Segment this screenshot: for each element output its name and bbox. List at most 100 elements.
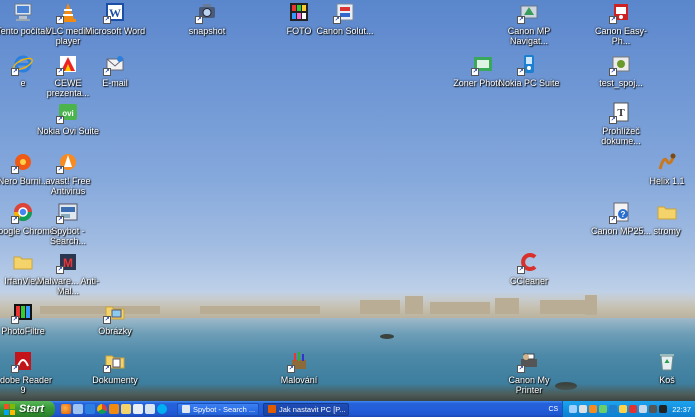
shield-icon[interactable]	[629, 405, 638, 413]
safely-remove-icon[interactable]	[599, 405, 608, 413]
desktop-icon-kos[interactable]: Koš	[635, 350, 695, 385]
shortcut-arrow-icon: ↗	[11, 166, 19, 174]
nokia-ovi-icon: ovi ↗	[56, 101, 79, 124]
nokia-icon[interactable]	[609, 405, 618, 413]
desktop-icon-label: Canon MP Navigat...	[507, 26, 551, 46]
shortcut-arrow-icon: ↗	[103, 68, 111, 76]
desktop-icon-adobe-reader[interactable]: ↗ Adobe Reader 9	[0, 350, 55, 395]
volume-icon[interactable]	[579, 405, 588, 413]
desktop-icon-label: test_spoj...	[599, 78, 643, 88]
taskbar-button-firefox[interactable]: Jak nastavit PC [P...	[263, 402, 349, 416]
winamp-icon[interactable]	[145, 404, 155, 414]
taskbar: Start Spybot - Search ... Jak nastavit P…	[0, 401, 695, 417]
svg-text:?: ?	[621, 210, 626, 219]
vlc-cone-icon: ↗	[56, 1, 79, 24]
taskbar-button-spybot[interactable]: Spybot - Search ...	[177, 402, 259, 416]
shortcut-arrow-icon: ↗	[287, 365, 295, 373]
photofiltre-icon: ↗	[11, 301, 34, 324]
shortcut-arrow-icon: ↗	[11, 316, 19, 324]
printer-icon[interactable]	[649, 405, 658, 413]
wallpaper-building	[540, 300, 590, 314]
helix-icon	[656, 151, 678, 173]
canon-help-icon: ? ↗	[609, 201, 632, 224]
canon-solution-icon: ↗	[333, 1, 356, 24]
shortcut-arrow-icon: ↗	[56, 16, 64, 24]
test-connection-icon: ↗	[609, 53, 632, 76]
wallpaper-building	[430, 302, 490, 314]
desktop-icon-photofiltre[interactable]: ↗ PhotoFiltre	[0, 301, 55, 336]
media-icon[interactable]	[109, 404, 119, 414]
antivirus-icon[interactable]	[589, 405, 598, 413]
shortcut-arrow-icon: ↗	[517, 16, 525, 24]
desktop-icon-malware[interactable]: M ↗ Malware... Anti-Mal...	[36, 251, 100, 296]
desktop-icon-label: E-mail	[102, 78, 128, 88]
desktop-icon-label: Dokumenty	[92, 375, 138, 385]
desktop-icon-label: Nokia Ovi Suite	[36, 126, 100, 136]
desktop-icon-obrazky[interactable]: ↗ Obrázky	[83, 301, 147, 336]
language-indicator[interactable]: CS	[544, 406, 562, 413]
shortcut-arrow-icon: ↗	[517, 68, 525, 76]
desktop-icon-email[interactable]: ↗ E-mail	[83, 53, 147, 88]
shortcut-arrow-icon: ↗	[103, 365, 111, 373]
desktop-icon-malovani[interactable]: ↗ Malování	[267, 350, 331, 385]
clock[interactable]: 22:37	[672, 405, 691, 414]
desktop-icon-label: Helix 1.1	[649, 176, 685, 186]
svg-text:T: T	[617, 107, 625, 119]
system-tray: 22:37	[562, 401, 695, 417]
desktop-icon-dokumenty[interactable]: ↗ Dokumenty	[83, 350, 147, 385]
camera-icon: ↗	[195, 1, 218, 24]
start-button[interactable]: Start	[0, 401, 55, 417]
desktop-icon-label: Canon My Printer	[508, 375, 550, 395]
shortcut-arrow-icon: ↗	[56, 216, 64, 224]
malwarebytes-icon: M ↗	[56, 251, 79, 274]
desktop-icon-test-spoj[interactable]: ↗ test_spoj...	[589, 53, 653, 88]
shortcut-arrow-icon: ↗	[11, 365, 19, 373]
shortcut-arrow-icon: ↗	[609, 16, 617, 24]
desktop-icon-avast[interactable]: ↗ avast! Free Antivirus	[36, 151, 100, 196]
desktop-icon-spybot[interactable]: ↗ Spybot - Search...	[36, 201, 100, 246]
desktop-icon-canon-solut[interactable]: ↗ Canon Solut...	[313, 1, 377, 36]
chrome-icon: ↗	[11, 201, 34, 224]
zoner-icon: ↗	[471, 53, 494, 76]
documents-folder-icon: ↗	[103, 350, 126, 373]
network-icon[interactable]	[569, 405, 578, 413]
skype-icon[interactable]	[157, 404, 167, 414]
desktop-icon-canon-mp-navigat[interactable]: ↗ Canon MP Navigat...	[497, 1, 561, 46]
paint-icon: ↗	[287, 350, 310, 373]
svg-text:M: M	[63, 256, 73, 270]
shortcut-arrow-icon: ↗	[517, 365, 525, 373]
desktop-icon-canon-my-printer[interactable]: ↗ Canon My Printer	[497, 350, 561, 395]
shortcut-arrow-icon: ↗	[609, 116, 617, 124]
shortcut-arrow-icon: ↗	[471, 68, 479, 76]
outlook-icon[interactable]	[133, 404, 143, 414]
desktop-icon-label: PhotoFiltre	[1, 326, 45, 336]
taskbar-button-label: Jak nastavit PC [P...	[279, 404, 346, 414]
clock-sync-icon[interactable]	[639, 405, 648, 413]
shortcut-arrow-icon: ↗	[103, 316, 111, 324]
wallpaper-building	[200, 306, 320, 314]
wallpaper-rock	[380, 334, 394, 339]
show-desktop-icon[interactable]	[73, 404, 83, 414]
desktop-icon-helix[interactable]: Helix 1.1	[635, 151, 695, 186]
update-icon[interactable]	[619, 405, 628, 413]
nero-icon: ↗	[11, 151, 34, 174]
desktop-icon-snapshot[interactable]: ↗ snapshot	[175, 1, 239, 36]
ie-icon[interactable]	[85, 404, 95, 414]
desktop-icon-nokia-ovi[interactable]: ovi ↗ Nokia Ovi Suite	[36, 101, 100, 136]
desktop-icon-nokia-pc-suite[interactable]: ↗ Nokia PC Suite	[497, 53, 561, 88]
desktop-icon-word[interactable]: W ↗ Microsoft Word	[83, 1, 147, 36]
canon-printer-icon: ↗	[517, 350, 540, 373]
document-viewer-icon: T ↗	[609, 101, 632, 124]
desktop-icon-prohlizec[interactable]: T ↗ Prohlížeč dokume...	[589, 101, 653, 146]
desktop-icon-stromy[interactable]: stromy	[635, 201, 695, 236]
monitor-icon[interactable]	[659, 405, 668, 413]
desktop[interactable]: Tento počítač ↗ VLC media player W ↗ Micr…	[0, 0, 695, 401]
computer-icon	[12, 1, 34, 23]
firefox-icon[interactable]	[61, 404, 71, 414]
explorer-icon[interactable]	[121, 404, 131, 414]
chrome-icon[interactable]	[97, 404, 107, 414]
desktop-icon-ccleaner[interactable]: ↗ CCleaner	[497, 251, 561, 286]
desktop-icon-canon-easy-ph[interactable]: ↗ Canon Easy-Ph...	[589, 1, 653, 46]
start-label: Start	[19, 403, 45, 415]
wallpaper-building	[405, 296, 423, 314]
